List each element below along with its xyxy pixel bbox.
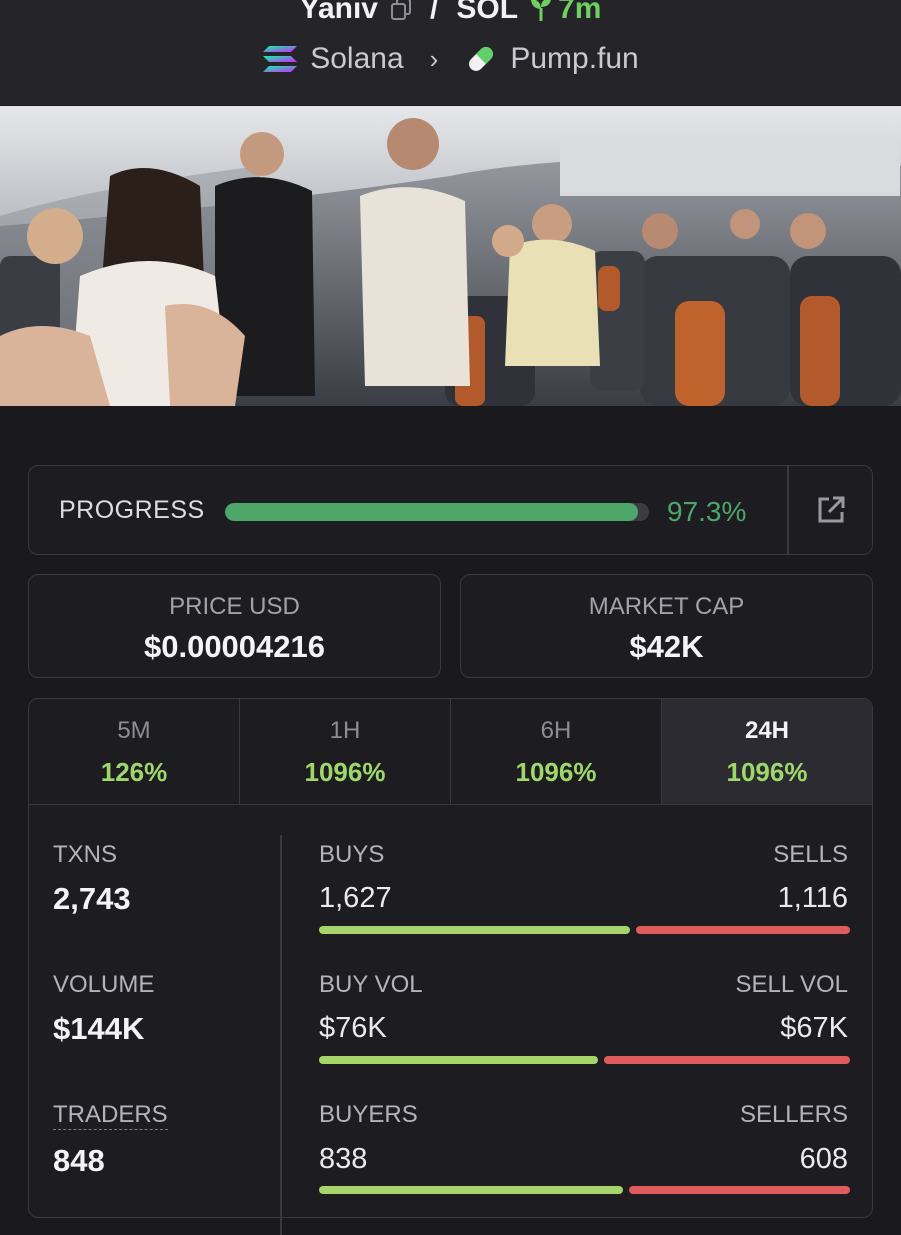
- price-usd-label: PRICE USD: [169, 593, 300, 620]
- sells-value: 1,116: [777, 882, 848, 914]
- sell-vol-bar-segment: [604, 1056, 850, 1064]
- buy-vol-value: $76K: [319, 1012, 387, 1044]
- bonding-progress-card: PROGRESS 97.3%: [28, 465, 873, 555]
- txns-value: 2,743: [53, 881, 131, 916]
- progress-bar: [225, 503, 649, 521]
- buys-label: BUYS: [319, 841, 385, 868]
- buy-vol-bar-segment: [319, 1056, 598, 1064]
- quote-symbol: SOL: [456, 0, 519, 25]
- chevron-right-icon: ›: [429, 43, 439, 74]
- buyers-bar-segment: [319, 1186, 623, 1194]
- sells-label: SELLS: [773, 841, 848, 868]
- pair-separator: /: [430, 0, 439, 25]
- traders-label[interactable]: TRADERS: [53, 1101, 168, 1130]
- market-cap-value: $42K: [629, 629, 704, 664]
- solana-logo-icon: [263, 46, 298, 72]
- tab-label: 5M: [117, 717, 151, 744]
- external-link-icon: [818, 496, 844, 523]
- market-cap-card: MARKET CAP $42K: [460, 574, 873, 678]
- progress-bar-fill: [225, 503, 638, 521]
- divider: [280, 835, 282, 1235]
- progress-label: PROGRESS: [59, 496, 205, 524]
- dex-link[interactable]: Pump.fun: [510, 42, 638, 76]
- volume-value: $144K: [53, 1011, 145, 1046]
- price-usd-card: PRICE USD $0.00004216: [28, 574, 441, 678]
- tab-change: 1096%: [726, 757, 808, 787]
- sprout-icon: [531, 0, 551, 21]
- token-header: Yaniv / SOL 7m Solana › Pump.fun: [0, 0, 901, 105]
- copy-icon[interactable]: [390, 0, 412, 21]
- buyers-value: 838: [319, 1143, 368, 1175]
- sell-vol-label: SELL VOL: [735, 971, 848, 998]
- open-external-button[interactable]: [789, 466, 872, 554]
- buyers-label: BUYERS: [319, 1101, 418, 1128]
- chain-link[interactable]: Solana: [310, 42, 403, 76]
- buy-vol-label: BUY VOL: [319, 971, 423, 998]
- token-banner-image: [0, 106, 901, 406]
- pair-age: 7m: [528, 0, 601, 26]
- age-value: 7m: [558, 0, 602, 25]
- tab-24h[interactable]: 24H 1096%: [662, 699, 872, 805]
- pill-icon: [469, 47, 494, 71]
- progress-value: 97.3%: [667, 496, 747, 527]
- volume-split-bar: [319, 1056, 850, 1064]
- buys-bar-segment: [319, 926, 630, 934]
- sellers-label: SELLERS: [739, 1101, 848, 1128]
- tab-1h[interactable]: 1H 1096%: [240, 699, 451, 805]
- tab-label: 1H: [329, 717, 361, 744]
- token-title: Yaniv / SOL 7m: [0, 0, 901, 26]
- tab-label: 24H: [744, 717, 790, 744]
- tab-change: 1096%: [515, 757, 597, 787]
- tab-label: 6H: [540, 717, 572, 744]
- buys-value: 1,627: [319, 882, 392, 914]
- token-name: Yaniv: [299, 0, 378, 25]
- traders-label-wrap: TRADERS: [53, 1101, 168, 1130]
- timeframe-tabs: 5M 126% 1H 1096% 6H 1096% 24H 1096%: [29, 699, 872, 805]
- buys-sells-bar: [319, 926, 850, 934]
- sellers-bar-segment: [629, 1186, 850, 1194]
- price-usd-value: $0.00004216: [143, 629, 326, 664]
- sellers-value: 608: [799, 1143, 848, 1175]
- trade-stats-card: 5M 126% 1H 1096% 6H 1096% 24H 1096% TXNS…: [28, 698, 873, 1235]
- volume-label: VOLUME: [53, 971, 155, 998]
- traders-value: 848: [53, 1143, 105, 1178]
- txns-label: TXNS: [53, 841, 118, 868]
- market-cap-label: MARKET CAP: [588, 593, 745, 620]
- tab-6h[interactable]: 6H 1096%: [451, 699, 662, 805]
- sell-vol-value: $67K: [780, 1012, 848, 1044]
- tab-change: 1096%: [304, 757, 386, 787]
- breadcrumb: Solana › Pump.fun: [0, 42, 901, 76]
- tab-5m[interactable]: 5M 126%: [29, 699, 240, 805]
- sells-bar-segment: [636, 926, 850, 934]
- tab-change: 126%: [100, 757, 168, 787]
- buyers-sellers-bar: [319, 1186, 850, 1194]
